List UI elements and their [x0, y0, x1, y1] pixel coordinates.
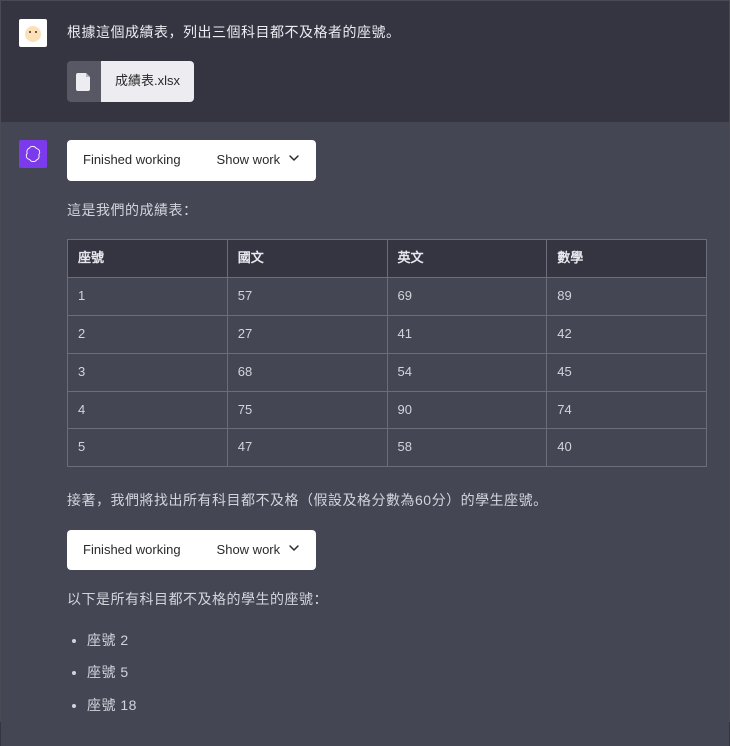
table-cell: 47 — [227, 429, 387, 467]
chevron-down-icon — [288, 540, 300, 561]
finished-working-button-1[interactable]: Finished working Show work — [67, 140, 316, 181]
table-cell: 89 — [547, 278, 707, 316]
finished-working-button-2[interactable]: Finished working Show work — [67, 530, 316, 571]
assistant-avatar — [19, 140, 47, 168]
file-name: 成績表.xlsx — [101, 61, 194, 102]
table-cell: 45 — [547, 353, 707, 391]
table-row: 1576989 — [68, 278, 707, 316]
user-prompt-text: 根據這個成績表，列出三個科目都不及格者的座號。 — [67, 19, 707, 43]
assistant-content: Finished working Show work 這是我們的成績表： 座號國… — [67, 140, 707, 726]
table-row: 5475840 — [68, 429, 707, 467]
list-item: 座號 5 — [87, 661, 707, 683]
table-cell: 3 — [68, 353, 228, 391]
table-cell: 40 — [547, 429, 707, 467]
result-intro-text: 以下是所有科目都不及格的學生的座號： — [67, 588, 707, 610]
table-header-cell: 數學 — [547, 240, 707, 278]
table-header-row: 座號國文英文數學 — [68, 240, 707, 278]
table-cell: 4 — [68, 391, 228, 429]
table-header-cell: 國文 — [227, 240, 387, 278]
table-cell: 5 — [68, 429, 228, 467]
working-status: Finished working — [83, 540, 181, 561]
table-cell: 2 — [68, 315, 228, 353]
table-cell: 58 — [387, 429, 547, 467]
working-status: Finished working — [83, 150, 181, 171]
table-cell: 57 — [227, 278, 387, 316]
table-row: 4759074 — [68, 391, 707, 429]
openai-icon — [24, 145, 42, 163]
user-message: 根據這個成績表，列出三個科目都不及格者的座號。 成績表.xlsx — [1, 1, 729, 122]
list-item: 座號 2 — [87, 629, 707, 651]
grades-table: 座號國文英文數學 1576989227414236854454759074547… — [67, 239, 707, 467]
table-cell: 27 — [227, 315, 387, 353]
table-cell: 69 — [387, 278, 547, 316]
table-cell: 1 — [68, 278, 228, 316]
table-cell: 75 — [227, 391, 387, 429]
user-avatar — [19, 19, 47, 47]
chevron-down-icon — [288, 150, 300, 171]
result-list: 座號 2 座號 5 座號 18 — [67, 629, 707, 716]
table-body: 15769892274142368544547590745475840 — [68, 278, 707, 467]
assistant-message: Finished working Show work 這是我們的成績表： 座號國… — [1, 122, 729, 746]
intro-text: 這是我們的成績表： — [67, 199, 707, 221]
table-cell: 68 — [227, 353, 387, 391]
show-work-toggle[interactable]: Show work — [217, 150, 301, 171]
list-item: 座號 18 — [87, 694, 707, 716]
table-row: 2274142 — [68, 315, 707, 353]
table-header-cell: 英文 — [387, 240, 547, 278]
table-cell: 74 — [547, 391, 707, 429]
table-cell: 54 — [387, 353, 547, 391]
followup-text: 接著，我們將找出所有科目都不及格（假設及格分數為60分）的學生座號。 — [67, 489, 707, 511]
table-cell: 41 — [387, 315, 547, 353]
file-icon — [67, 61, 101, 102]
table-cell: 90 — [387, 391, 547, 429]
table-cell: 42 — [547, 315, 707, 353]
user-content: 根據這個成績表，列出三個科目都不及格者的座號。 成績表.xlsx — [67, 19, 707, 102]
table-header-cell: 座號 — [68, 240, 228, 278]
show-work-toggle[interactable]: Show work — [217, 540, 301, 561]
table-row: 3685445 — [68, 353, 707, 391]
file-attachment[interactable]: 成績表.xlsx — [67, 61, 194, 102]
